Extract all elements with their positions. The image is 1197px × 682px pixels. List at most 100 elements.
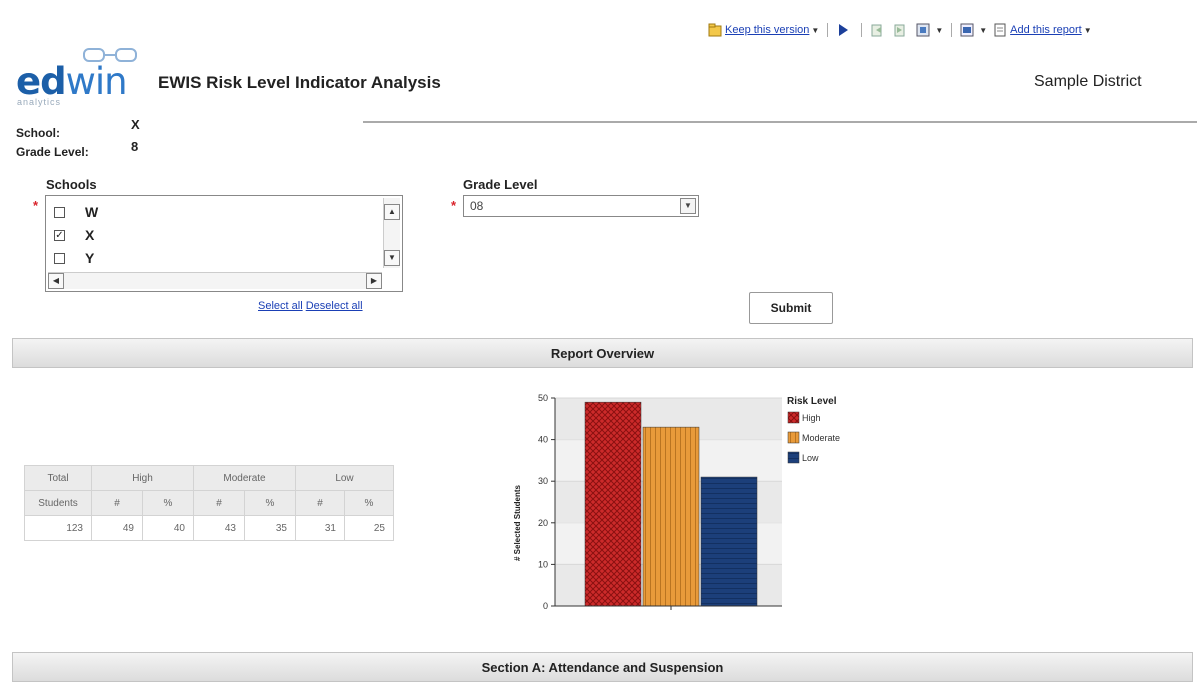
view-icon [960,23,974,37]
toolbar-divider [861,23,863,37]
keep-version-link[interactable]: Keep this version [725,24,809,36]
table-header-cell: % [244,490,296,516]
school-option-y[interactable]: Y [54,250,94,266]
table-header-cell: % [142,490,194,516]
grade-level-value: 8 [131,139,139,154]
bar-low [700,476,758,607]
school-checkbox-y[interactable] [54,252,65,264]
run-button[interactable] [836,23,853,37]
y-tick-label: 0 [543,601,548,611]
y-tick-label: 30 [538,476,548,486]
school-checkbox-w[interactable] [54,206,65,218]
district-name: Sample District [1034,73,1142,90]
school-option-w[interactable]: W [54,204,98,220]
submit-button[interactable]: Submit [749,292,833,324]
legend-swatch [787,431,800,444]
scroll-right-button[interactable]: ▶ [366,273,382,289]
risk-level-chart: 0 10 20 30 40 50 # Selected Students Risk Lev… [500,388,880,628]
back-icon [870,23,884,37]
grade-level-label: Grade Level: [16,145,89,159]
report-overview-header: Report Overview [12,338,1193,368]
grade-level-select-value: 08 [470,199,484,213]
scroll-up-button[interactable]: ▲ [384,204,400,220]
vertical-scrollbar[interactable]: ▲ ▼ [383,198,400,268]
toolbar-divider [951,23,953,37]
table-header-cell: # [91,490,143,516]
table-header-row: Total High Moderate Low [24,465,394,491]
grade-level-select[interactable]: 08 ▼ [463,195,699,217]
required-marker: * [451,198,457,213]
table-cell: 35 [244,515,296,541]
school-value: X [131,117,140,132]
risk-level-chart-svg: 0 10 20 30 40 50 # Selected Students Risk Lev… [513,393,840,611]
forward-button[interactable] [893,23,910,37]
bar-high [584,401,642,607]
view-button[interactable]: ▼ [960,23,987,37]
table-header-cell: # [295,490,345,516]
logo-subtitle: analytics [17,97,62,107]
header-divider [363,121,1197,123]
add-report-button[interactable]: Add this report ▼ [993,23,1092,37]
legend-title: Risk Level [787,396,837,407]
grade-level-filter-label: Grade Level [463,177,538,192]
legend-label: Low [802,453,819,463]
y-axis-label: # Selected Students [513,484,522,561]
summary-table: Total High Moderate Low Students # % # %… [24,465,394,541]
legend-label: High [802,413,821,423]
school-option-label: X [85,227,95,243]
toolbar-divider [827,23,829,37]
chart-legend: Risk Level High Moderate Low [787,396,840,464]
keep-version-icon [708,23,722,37]
table-cell: 43 [193,515,245,541]
schools-label: Schools [46,177,97,192]
forward-icon [893,23,907,37]
select-all-link[interactable]: Select all [258,300,303,312]
keep-version-button[interactable]: Keep this version ▼ [708,23,819,37]
table-header-cell: High [91,465,194,491]
school-checkbox-x[interactable]: ✓ [54,229,65,241]
school-option-x[interactable]: ✓ X [54,227,94,243]
horizontal-scrollbar[interactable]: ◀ ▶ [48,272,382,289]
caret-down-icon[interactable]: ▼ [1084,26,1092,35]
table-header-cell: Low [295,465,394,491]
scroll-down-button[interactable]: ▼ [384,250,400,266]
y-tick-label: 40 [538,435,548,445]
select-links: Select all Deselect all [258,300,363,312]
table-cell: 49 [91,515,143,541]
export-icon [916,23,930,37]
caret-down-icon[interactable]: ▼ [935,26,943,35]
caret-down-icon[interactable]: ▼ [979,26,987,35]
back-button[interactable] [870,23,887,37]
caret-down-icon[interactable]: ▼ [811,26,819,35]
y-tick-label: 10 [538,559,548,569]
export-button[interactable]: ▼ [916,23,943,37]
school-option-label: W [85,204,99,220]
table-cell: 25 [344,515,394,541]
page-title: EWIS Risk Level Indicator Analysis [158,73,441,92]
table-header-cell: % [344,490,394,516]
school-option-label: Y [85,250,95,266]
chevron-down-icon[interactable]: ▼ [680,198,696,214]
y-tick-label: 50 [538,393,548,403]
table-header-cell: Students [24,490,92,516]
add-report-link[interactable]: Add this report [1010,24,1082,36]
table-cell: 40 [142,515,194,541]
deselect-all-link[interactable]: Deselect all [306,300,363,312]
chart-ticks: 0 10 20 30 40 50 [538,393,555,611]
scroll-left-button[interactable]: ◀ [48,273,64,289]
table-header-cell: Total [24,465,92,491]
legend-swatch [787,451,800,464]
schools-listbox[interactable]: W ✓ X Y ▲ ▼ ◀ ▶ [45,195,403,292]
add-report-icon [993,23,1007,37]
bar-moderate [642,426,700,607]
report-toolbar: Keep this version ▼ ▼ ▼ Add this report … [708,20,1098,40]
table-header-row: Students # % # % # % [24,490,394,516]
table-header-cell: # [193,490,245,516]
table-cell: 31 [295,515,345,541]
table-header-cell: Moderate [193,465,296,491]
logo-secondary: win [65,60,128,103]
required-marker: * [33,198,39,213]
legend-label: Moderate [802,433,840,443]
play-icon [836,23,850,37]
section-a-header[interactable]: Section A: Attendance and Suspension [12,652,1193,682]
